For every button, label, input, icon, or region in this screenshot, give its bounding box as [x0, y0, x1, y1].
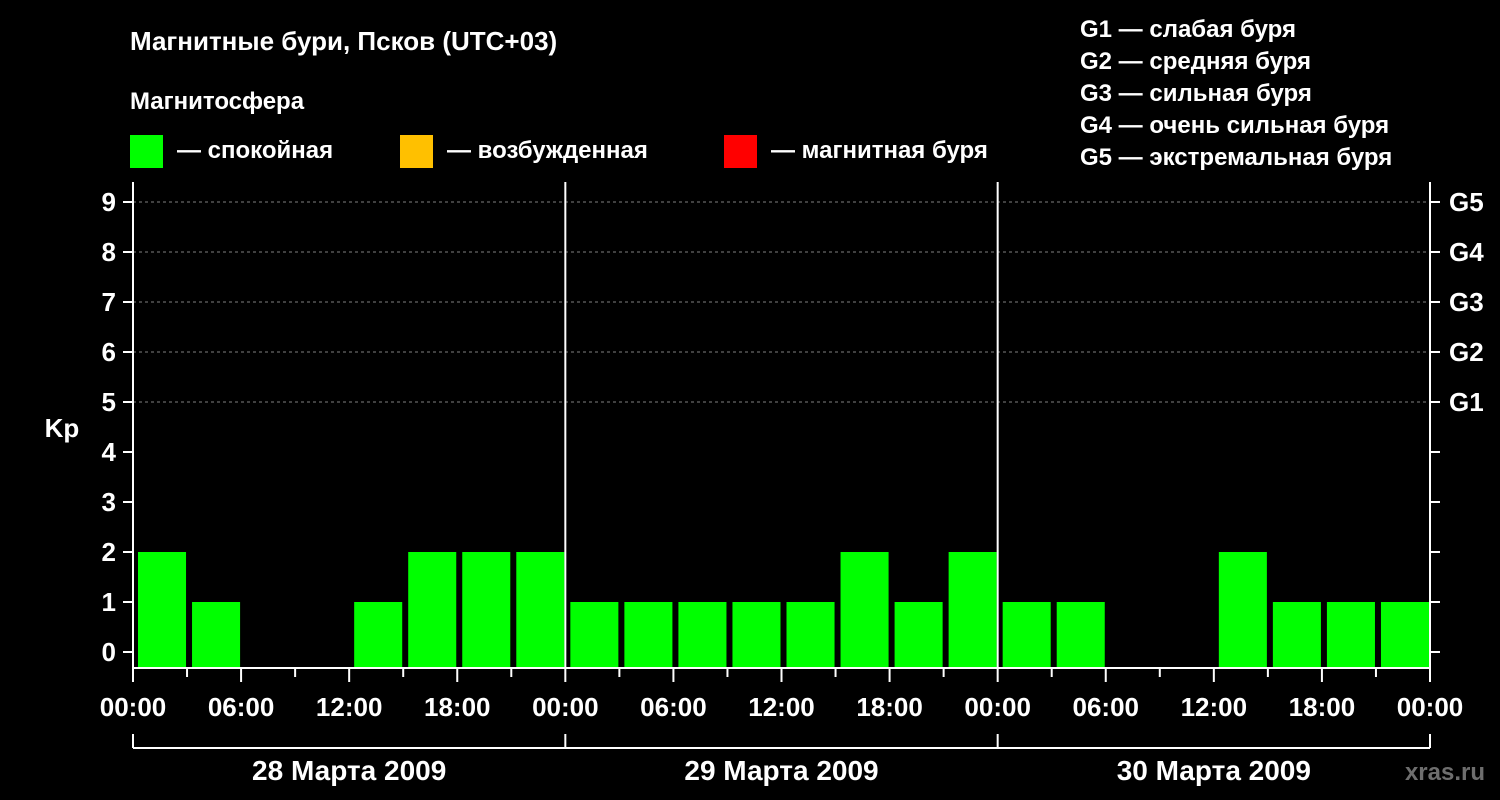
x-axis-ticks: 00:00 06:00 12:00 18:00 00:00 06:00 12:00 18:00… [100, 668, 1464, 722]
x-tick-label-7: 12:00 [748, 692, 815, 722]
g-label-g1: G1 [1449, 387, 1484, 417]
y-tick-label-1: 1 [102, 587, 116, 617]
bar-5 [354, 602, 403, 668]
g-label-g4: G4 [1449, 237, 1484, 267]
chart-title: Магнитные бури, Псков (UTC+03) [130, 26, 557, 56]
y-tick-label-3: 3 [102, 487, 116, 517]
bar-12 [732, 602, 781, 668]
g-label-g3: G3 [1449, 287, 1484, 317]
bar-15 [894, 602, 943, 668]
y-tick-label-8: 8 [102, 237, 116, 267]
x-tick-label-9: 00:00 [964, 692, 1031, 722]
x-tick-label-13: 00:00 [1397, 692, 1464, 722]
bar-14 [840, 552, 889, 668]
bar-13 [786, 602, 835, 668]
g-legend-item-2: G2 — средняя буря [1080, 48, 1311, 75]
legend-label-2: — возбужденная [447, 137, 648, 164]
bar-10 [624, 602, 673, 668]
x-tick-label-3: 12:00 [316, 692, 383, 722]
bar-17 [1002, 602, 1051, 668]
bar-2 [192, 602, 241, 668]
bars [138, 552, 1429, 668]
x-tick-label-5: 00:00 [532, 692, 599, 722]
bar-6 [408, 552, 457, 668]
y-tick-label-4: 4 [102, 437, 117, 467]
y-tick-label-7: 7 [102, 287, 116, 317]
x-tick-label-11: 12:00 [1181, 692, 1248, 722]
bar-24 [1380, 602, 1429, 668]
y-tick-label-5: 5 [102, 387, 116, 417]
x-tick-label-2: 06:00 [208, 692, 275, 722]
bar-11 [678, 602, 727, 668]
y-tick-label-2: 2 [102, 537, 116, 567]
x-tick-label-4: 18:00 [424, 692, 491, 722]
x-tick-label-8: 18:00 [856, 692, 923, 722]
y-tick-label-0: 0 [102, 637, 116, 667]
grid [133, 201, 1430, 403]
g-label-g5: G5 [1449, 187, 1484, 217]
x-tick-label-6: 06:00 [640, 692, 707, 722]
g-label-g2: G2 [1449, 337, 1484, 367]
y-tick-label-9: 9 [102, 187, 116, 217]
x-tick-label-1: 00:00 [100, 692, 167, 722]
x-tick-label-12: 18:00 [1289, 692, 1356, 722]
bar-16 [948, 552, 997, 668]
day-label-2: 29 Марта 2009 [684, 755, 878, 786]
watermark: xras.ru [1405, 759, 1485, 786]
x-tick-label-10: 06:00 [1073, 692, 1140, 722]
legend: — спокойная — возбужденная — магнитная бур… [130, 135, 988, 168]
y-tick-label-6: 6 [102, 337, 116, 367]
day-label-3: 30 Марта 2009 [1117, 755, 1311, 786]
y-axis-label: Kp [45, 413, 80, 443]
bar-21 [1218, 552, 1267, 668]
g-legend-item-5: G5 — экстремальная буря [1080, 144, 1392, 171]
y-axis-ticks: 0 1 2 3 4 5 6 7 8 9 [102, 187, 133, 667]
g-legend-item-3: G3 — сильная буря [1080, 80, 1312, 107]
g-scale-legend: G1 — слабая буря G2 — средняя буря G3 — си… [1080, 16, 1392, 171]
g-legend-item-1: G1 — слабая буря [1080, 16, 1296, 43]
bar-9 [570, 602, 619, 668]
bar-1 [138, 552, 187, 668]
day-labels: 28 Марта 2009 29 Марта 2009 30 Марта 2009 [132, 734, 1431, 786]
chart: Магнитные бури, Псков (UTC+03) Магнитосф… [45, 16, 1485, 786]
bar-8 [516, 552, 565, 668]
legend-label-3: — магнитная буря [771, 137, 988, 164]
g-axis-ticks: G1 G2 G3 G4 G5 [1430, 187, 1484, 653]
day-label-1: 28 Марта 2009 [252, 755, 446, 786]
magnetosphere-label: Магнитосфера [130, 88, 305, 115]
legend-label-1: — спокойная [177, 137, 333, 164]
bar-22 [1272, 602, 1321, 668]
legend-swatch-1 [130, 135, 163, 168]
bar-18 [1056, 602, 1105, 668]
legend-swatch-2 [400, 135, 433, 168]
legend-swatch-3 [724, 135, 757, 168]
g-legend-item-4: G4 — очень сильная буря [1080, 112, 1389, 139]
bar-23 [1326, 602, 1375, 668]
bar-7 [462, 552, 511, 668]
